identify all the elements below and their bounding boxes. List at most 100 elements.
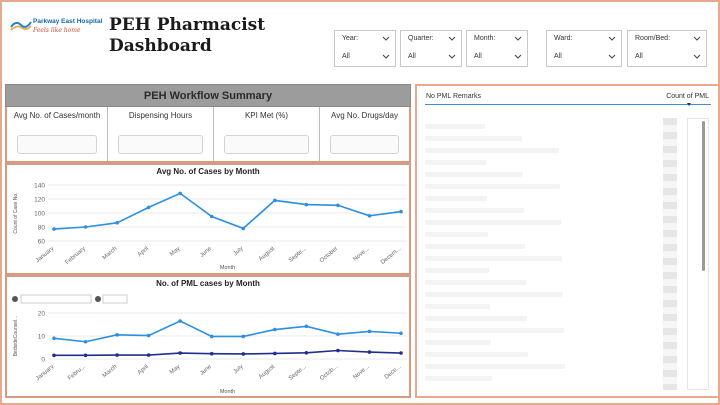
slicer-ward[interactable]: Ward: All	[546, 30, 622, 67]
chevron-down-icon[interactable]	[693, 36, 701, 42]
data-point[interactable]	[115, 333, 119, 337]
series-line[interactable]	[53, 320, 402, 343]
table-row[interactable]	[425, 220, 561, 225]
data-point[interactable]	[399, 331, 403, 336]
table-header: No PML Remarks Count of PML	[425, 90, 711, 106]
data-point[interactable]	[336, 203, 340, 208]
data-point[interactable]	[115, 353, 119, 357]
scrollbar[interactable]	[687, 118, 709, 390]
data-point[interactable]	[209, 351, 214, 356]
table-row[interactable]	[425, 232, 488, 237]
slicer-room-bed[interactable]: Room/Bed: All	[627, 30, 707, 67]
table-row[interactable]	[425, 208, 524, 213]
slicer-year-value[interactable]: All	[342, 53, 350, 60]
chevron-down-icon[interactable]	[608, 36, 616, 42]
chevron-down-icon[interactable]	[514, 36, 522, 42]
table-row[interactable]	[425, 352, 528, 357]
data-point[interactable]	[178, 191, 182, 196]
x-tick-label: January	[35, 246, 55, 264]
table-row[interactable]	[425, 340, 491, 345]
table-row[interactable]	[425, 172, 523, 177]
kpi-card-cases[interactable]: Avg No. of Cases/month	[7, 107, 108, 161]
data-point[interactable]	[209, 214, 214, 219]
chevron-down-icon[interactable]	[514, 54, 522, 60]
table-row[interactable]	[425, 244, 525, 249]
slicer-quarter[interactable]: Quarter: All	[400, 30, 462, 67]
x-axis-title: Month	[220, 265, 235, 271]
table-row[interactable]	[425, 328, 564, 333]
x-tick-label: Nove...	[352, 246, 371, 263]
scrollbar-thumb[interactable]	[702, 121, 705, 271]
series-line[interactable]	[54, 349, 402, 357]
slicer-year[interactable]: Year: All	[334, 30, 396, 67]
col-header-remarks[interactable]: No PML Remarks	[426, 93, 481, 100]
data-point[interactable]	[241, 334, 246, 339]
data-point[interactable]	[336, 332, 340, 336]
slicer-month-value[interactable]: All	[474, 53, 482, 60]
kpi-row: Avg No. of Cases/month Dispensing Hours …	[5, 107, 411, 163]
y-tick-label: 0	[41, 357, 45, 364]
table-row[interactable]	[425, 364, 565, 369]
table-row[interactable]	[425, 256, 562, 261]
table-row[interactable]	[425, 316, 527, 321]
kpi-label: KPI Met (%)	[244, 111, 289, 120]
kpi-card-dispensing[interactable]: Dispensing Hours	[108, 107, 214, 161]
data-point[interactable]	[304, 350, 309, 355]
data-point[interactable]	[336, 348, 340, 353]
pml-line-chart[interactable]: 0 10 20 January Febru... March April May June Jul…	[7, 277, 409, 396]
sort-down-icon[interactable]	[687, 103, 691, 106]
table-row[interactable]	[425, 304, 490, 309]
data-point[interactable]	[273, 351, 277, 356]
cases-line-chart[interactable]: 60 80 100 120 140 January February March April Ma…	[7, 165, 409, 273]
col-header-count[interactable]: Count of PML	[666, 93, 709, 100]
slicer-room-bed-value[interactable]: All	[635, 53, 643, 60]
slicer-month[interactable]: Month: All	[466, 30, 528, 67]
chevron-down-icon[interactable]	[382, 54, 390, 60]
table-row[interactable]	[425, 124, 485, 129]
chevron-down-icon[interactable]	[382, 36, 390, 42]
data-point[interactable]	[83, 225, 88, 229]
data-point[interactable]	[241, 226, 246, 231]
chevron-down-icon[interactable]	[448, 54, 456, 60]
data-point[interactable]	[115, 221, 119, 225]
data-point[interactable]	[273, 198, 277, 203]
data-point[interactable]	[52, 227, 56, 231]
y-tick-label: 20	[38, 311, 46, 318]
data-point[interactable]	[367, 329, 372, 334]
slicer-quarter-value[interactable]: All	[408, 53, 416, 60]
data-point[interactable]	[146, 333, 151, 338]
data-point[interactable]	[304, 324, 309, 329]
data-point[interactable]	[146, 205, 151, 210]
data-point[interactable]	[146, 353, 151, 357]
table-row[interactable]	[425, 376, 492, 381]
table-row[interactable]	[425, 196, 487, 201]
table-row[interactable]	[425, 268, 489, 273]
kpi-card-kpi-met[interactable]: KPI Met (%)	[214, 107, 320, 161]
data-point[interactable]	[83, 339, 88, 344]
data-point[interactable]	[273, 327, 277, 332]
data-point[interactable]	[52, 336, 56, 341]
x-tick-label: March	[102, 246, 119, 261]
data-point[interactable]	[399, 209, 403, 214]
data-point[interactable]	[304, 202, 309, 207]
data-point[interactable]	[178, 319, 182, 323]
data-point[interactable]	[399, 351, 403, 355]
data-point[interactable]	[209, 334, 214, 339]
data-point[interactable]	[52, 353, 56, 358]
table-row[interactable]	[425, 160, 486, 165]
table-row[interactable]	[425, 148, 559, 153]
data-point[interactable]	[367, 350, 372, 354]
chevron-down-icon[interactable]	[608, 54, 616, 60]
chevron-down-icon[interactable]	[448, 36, 456, 42]
data-point[interactable]	[83, 353, 88, 358]
data-point[interactable]	[367, 214, 372, 218]
data-point[interactable]	[241, 352, 246, 356]
kpi-card-drugs[interactable]: Avg No. Drugs/day	[320, 107, 409, 161]
slicer-ward-value[interactable]: All	[554, 53, 562, 60]
table-row[interactable]	[425, 184, 560, 189]
chevron-down-icon[interactable]	[693, 54, 701, 60]
table-row[interactable]	[425, 292, 563, 297]
table-row[interactable]	[425, 136, 522, 141]
data-point[interactable]	[178, 351, 182, 355]
table-row[interactable]	[425, 280, 526, 285]
